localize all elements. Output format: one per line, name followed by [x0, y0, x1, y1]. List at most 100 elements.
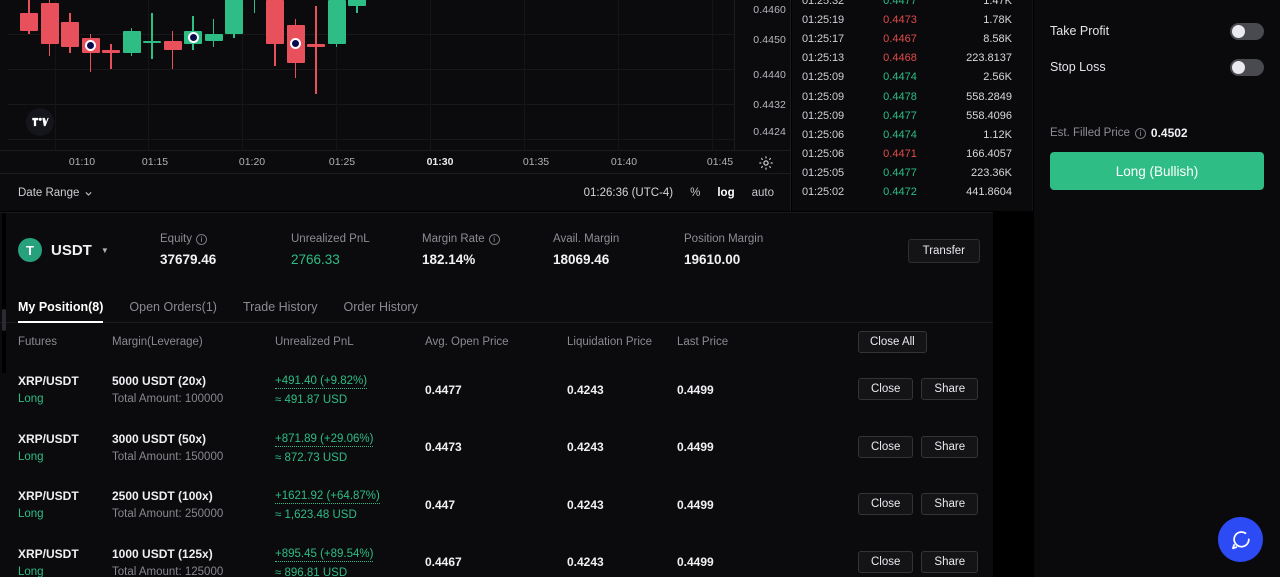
order-form-panel: Take Profit Stop Loss Est. Filled Price … — [1034, 0, 1280, 577]
position-pnl[interactable]: +491.40 (+9.82%) — [275, 375, 368, 390]
time-tick: 01:20 — [238, 156, 266, 168]
stop-loss-toggle[interactable] — [1230, 58, 1264, 76]
position-avg-open-price: 0.4473 — [425, 440, 462, 455]
trade-row: 01:25:05 0.4477 223.36K — [792, 164, 1032, 183]
table-row: XRP/USDT Long 3000 USDT (50x) Total Amount:… — [0, 419, 993, 477]
trade-time: 01:25:09 — [802, 71, 845, 84]
close-position-button[interactable]: Close — [858, 435, 914, 458]
position-liquidation-price: 0.4243 — [567, 555, 604, 570]
tab-open-orders[interactable]: Open Orders(1) — [129, 300, 217, 322]
percent-scale-button[interactable]: % — [690, 187, 700, 199]
position-margin: 3000 USDT (50x) — [112, 431, 207, 446]
trade-time: 01:25:05 — [802, 167, 845, 180]
close-position-button[interactable]: Close — [858, 493, 914, 515]
transfer-button[interactable]: Transfer — [907, 239, 980, 263]
take-profit-toggle[interactable] — [1230, 22, 1264, 40]
trade-row: 01:25:06 0.4474 1.12K — [792, 125, 1032, 144]
gear-icon — [759, 156, 773, 170]
usdt-icon: T — [18, 238, 42, 262]
stop-loss-row: Stop Loss — [1050, 54, 1264, 80]
close-all-button[interactable]: Close All — [858, 331, 927, 353]
time-tick: 01:30 — [426, 156, 454, 168]
coin-selector[interactable]: T USDT ▼ — [18, 238, 160, 262]
position-side: Long — [18, 393, 44, 406]
scrollbar-thumb[interactable] — [2, 309, 6, 331]
help-chat-button[interactable] — [1218, 517, 1263, 562]
price-tick: 0.4450 — [753, 34, 786, 46]
trade-amount: 441.8604 — [966, 186, 1012, 199]
chevron-down-icon: ▼ — [100, 245, 109, 255]
take-profit-label: Take Profit — [1050, 24, 1110, 38]
est-filled-price-label: Est. Filled Price — [1050, 127, 1130, 139]
trade-price: 0.4472 — [883, 186, 917, 199]
table-row: XRP/USDT Long 2500 USDT (100x) Total Amount… — [0, 476, 993, 534]
account-stat-label: Margin Rate i — [422, 233, 553, 245]
position-pnl[interactable]: +895.45 (+89.54%) — [275, 548, 374, 562]
position-pnl[interactable]: +1621.92 (+64.87%) — [275, 490, 380, 505]
account-positions-panel: T USDT ▼ Equity i 37679.46 Unrealized PnL 27… — [0, 212, 993, 577]
info-icon[interactable]: i — [1134, 127, 1146, 139]
trade-price: 0.4467 — [883, 32, 917, 45]
date-range-label: Date Range — [18, 187, 80, 199]
panel-scrollbar[interactable] — [2, 213, 6, 373]
chevron-down-icon — [85, 191, 92, 196]
price-axis[interactable]: 0.4460 0.4450 0.4440 0.4432 0.4424 — [734, 0, 790, 150]
trade-marker-icon[interactable] — [85, 39, 96, 51]
price-tick: 0.4440 — [753, 69, 786, 81]
account-stat-label: Avail. Margin — [553, 233, 620, 245]
position-total-amount: Total Amount: 125000 — [112, 565, 224, 577]
column-header-margin: Margin(Leverage) — [112, 336, 203, 348]
position-pnl[interactable]: +871.89 (+29.06%) — [275, 433, 374, 447]
log-scale-button[interactable]: log — [717, 187, 734, 199]
tab-my-position[interactable]: My Position(8) — [18, 300, 104, 323]
time-tick: 01:15 — [141, 156, 169, 168]
trade-row: 01:25:17 0.4467 8.58K — [792, 29, 1032, 48]
position-symbol: XRP/USDT — [18, 546, 79, 561]
share-position-button[interactable]: Share — [921, 493, 979, 515]
account-stat: Avail. Margin 18069.46 — [553, 233, 684, 267]
position-margin: 1000 USDT (125x) — [112, 546, 213, 561]
tab-trade-history[interactable]: Trade History — [243, 300, 318, 322]
info-icon[interactable]: i — [488, 233, 500, 245]
share-position-button[interactable]: Share — [921, 550, 979, 573]
trade-price: 0.4471 — [883, 148, 917, 161]
close-position-button[interactable]: Close — [858, 550, 914, 573]
trade-price: 0.4473 — [883, 13, 917, 26]
auto-scale-button[interactable]: auto — [752, 187, 774, 199]
account-stat-label: Equity i — [160, 233, 291, 245]
position-margin: 2500 USDT (100x) — [112, 489, 213, 504]
info-icon[interactable]: i — [195, 233, 207, 245]
close-position-button[interactable]: Close — [858, 378, 914, 400]
column-header-unrealized-pnl: Unrealized PnL — [275, 336, 354, 348]
time-axis[interactable]: 01:10 01:15 01:20 01:25 01:30 01:35 01:40 01:45 — [0, 150, 790, 174]
account-stat: Position Margin 19610.00 — [684, 233, 842, 267]
tab-order-history[interactable]: Order History — [344, 300, 418, 322]
positions-tabs: My Position(8) Open Orders(1) Trade Histor… — [0, 287, 993, 323]
column-header-futures: Futures — [18, 336, 57, 348]
share-position-button[interactable]: Share — [921, 435, 979, 458]
long-bullish-button[interactable]: Long (Bullish) — [1050, 152, 1264, 190]
position-last-price: 0.4499 — [677, 497, 714, 512]
recent-trades-panel[interactable]: 01:25:32 0.4477 1.47K 01:25:19 0.4473 1.78K 01… — [792, 0, 1033, 211]
trade-time: 01:25:02 — [802, 186, 845, 199]
chat-bubble-icon — [1231, 530, 1250, 549]
table-row: XRP/USDT Long 1000 USDT (125x) Total Amount… — [0, 534, 993, 577]
date-range-selector[interactable]: Date Range — [18, 187, 93, 199]
positions-table-header: Futures Margin(Leverage) Unrealized PnL … — [0, 323, 993, 361]
tradingview-logo — [26, 108, 54, 136]
table-row: XRP/USDT Long 5000 USDT (20x) Total Amount:… — [0, 361, 993, 419]
chart-panel: 0.4460 0.4450 0.4440 0.4432 0.4424 01:10 01:1… — [0, 0, 791, 211]
position-pnl-usd: ≈ 896.81 USD — [275, 566, 348, 577]
positions-table-body: XRP/USDT Long 5000 USDT (20x) Total Amount:… — [0, 361, 993, 577]
candlestick-plot[interactable] — [8, 0, 734, 150]
share-position-button[interactable]: Share — [921, 378, 979, 400]
trade-amount: 1.12K — [983, 128, 1012, 141]
trade-time: 01:25:19 — [802, 13, 845, 26]
trade-marker-icon[interactable] — [187, 32, 199, 43]
price-tick: 0.4432 — [753, 99, 786, 111]
coin-name: USDT — [51, 241, 92, 259]
trade-time: 01:25:17 — [802, 32, 845, 45]
trade-row: 01:25:06 0.4471 166.4057 — [792, 145, 1032, 164]
position-margin: 5000 USDT (20x) — [112, 374, 207, 389]
trade-time: 01:25:32 — [802, 0, 845, 7]
